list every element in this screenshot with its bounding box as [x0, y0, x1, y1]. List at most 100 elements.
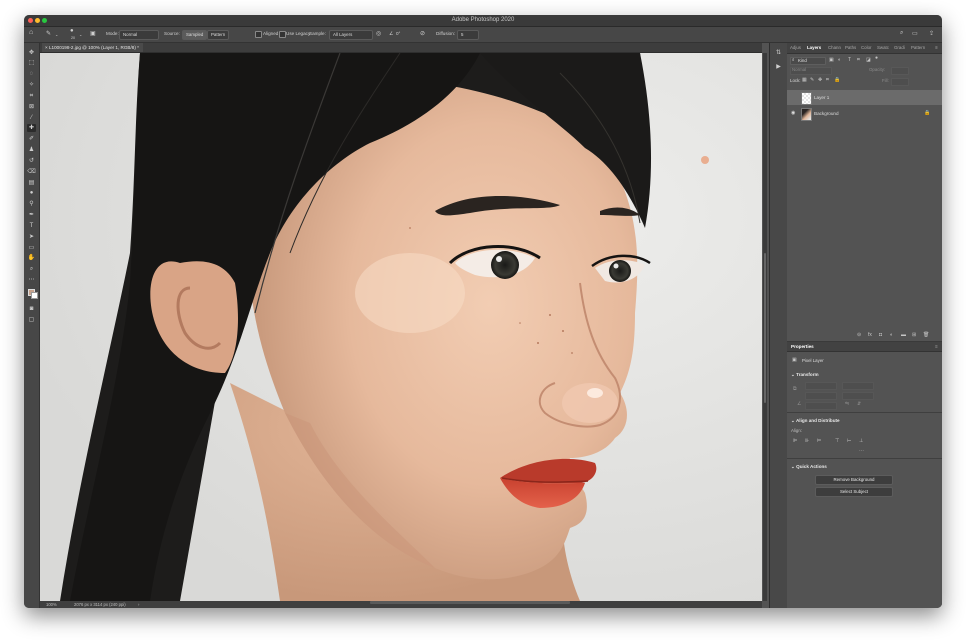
align-bottom-edges-icon[interactable]: ⊥ [859, 438, 863, 444]
healing-brush-tool-icon[interactable]: ✎ [46, 30, 51, 37]
tab-layers[interactable]: Layers [807, 43, 821, 53]
tab-color[interactable]: Color [861, 43, 872, 53]
share-icon[interactable]: ⇪ [929, 30, 934, 37]
layer-row-background[interactable]: ◉ Background 🔒 [787, 106, 942, 121]
more-options-icon[interactable]: ⋯ [859, 448, 864, 454]
select-subject-button[interactable]: Select Subject [815, 487, 893, 497]
filter-shape-icon[interactable]: ⌗ [857, 57, 860, 63]
properties-title[interactable]: Properties [791, 342, 814, 351]
zoom-tool-icon[interactable]: ⌕ [27, 265, 36, 273]
filter-type-icon[interactable]: T [848, 57, 851, 63]
link-layers-icon[interactable]: ⊝ [857, 332, 861, 338]
flip-vertical-icon[interactable]: ⇵ [857, 401, 861, 407]
lock-transparent-icon[interactable]: ▦ [802, 77, 807, 83]
dodge-tool-icon[interactable]: ⚲ [27, 200, 36, 208]
aligned-checkbox[interactable] [255, 31, 262, 38]
frame-tool-icon[interactable]: ⊠ [27, 103, 36, 111]
layer-mask-icon[interactable]: ◘ [879, 332, 882, 338]
panel-menu-icon[interactable]: ≡ [935, 342, 938, 351]
filter-smart-object-icon[interactable]: ◪ [866, 57, 871, 63]
group-folder-icon[interactable]: ▬ [901, 332, 906, 338]
gradient-tool-icon[interactable]: ▤ [27, 179, 36, 187]
align-vertical-centers-icon[interactable]: ⊢ [847, 438, 851, 444]
tab-adjustments[interactable]: Adjus [790, 43, 801, 53]
align-top-edges-icon[interactable]: ⊤ [835, 438, 839, 444]
filter-pixel-icon[interactable]: ▣ [829, 57, 834, 63]
marquee-tool-icon[interactable]: ⬚ [27, 59, 36, 67]
y-field[interactable] [842, 392, 874, 400]
hand-tool-icon[interactable]: ✋ [27, 254, 36, 262]
brush-settings-icon[interactable]: ▣ [90, 30, 96, 37]
crop-tool-icon[interactable]: ⌗ [27, 92, 36, 100]
move-tool-icon[interactable]: ✥ [27, 49, 36, 57]
horizontal-scrollbar-thumb[interactable] [370, 601, 570, 604]
chevron-down-icon[interactable]: ⌄ [55, 32, 58, 37]
source-sampled-button[interactable]: Sampled [182, 30, 208, 40]
eyedropper-tool-icon[interactable]: ⁄ [27, 114, 36, 122]
source-pattern-button[interactable]: Pattern [207, 30, 230, 40]
use-legacy-checkbox[interactable] [279, 31, 286, 38]
layer-name[interactable]: Layer 1 [814, 95, 829, 100]
pressure-size-icon[interactable]: ⊘ [420, 30, 425, 37]
tab-patterns[interactable]: Pattern [911, 43, 925, 53]
angle-field[interactable] [805, 402, 837, 410]
layer-row-layer-1[interactable]: Layer 1 [787, 90, 942, 105]
link-icon[interactable]: ⧉ [793, 386, 797, 392]
lock-image-icon[interactable]: ✎ [810, 77, 814, 83]
adjustment-layer-icon[interactable]: ◐ [890, 332, 893, 338]
lock-position-icon[interactable]: ✥ [818, 77, 822, 83]
transform-section-header[interactable]: ⌄ Transform [791, 372, 819, 378]
lock-artboard-icon[interactable]: ⌗ [826, 77, 829, 83]
quick-actions-section-header[interactable]: ⌄ Quick Actions [791, 464, 827, 470]
filter-adjustment-icon[interactable]: ◐ [838, 57, 841, 63]
flip-horizontal-icon[interactable]: ⇋ [845, 401, 849, 407]
chevron-right-icon[interactable]: › [138, 601, 139, 608]
more-tools-icon[interactable]: ⋯ [27, 276, 36, 284]
rectangle-tool-icon[interactable]: ▭ [27, 244, 36, 252]
document-info[interactable]: 2076 px x 3114 px (240 ppi) [74, 601, 126, 608]
screen-mode-icon[interactable]: ▢ [27, 316, 36, 324]
home-icon[interactable]: ⌂ [29, 29, 33, 36]
history-brush-tool-icon[interactable]: ↺ [27, 157, 36, 165]
mode-select[interactable]: Normal [119, 30, 159, 40]
new-layer-icon[interactable]: ⊞ [912, 332, 916, 338]
chevron-down-icon[interactable]: ⌄ [79, 32, 82, 37]
visibility-toggle[interactable] [791, 94, 797, 100]
align-left-edges-icon[interactable]: ⊫ [793, 438, 797, 444]
diffusion-select[interactable]: 5 [457, 30, 479, 40]
vertical-scrollbar[interactable] [763, 53, 767, 601]
align-right-edges-icon[interactable]: ⊨ [817, 438, 821, 444]
tab-channels[interactable]: Chann [828, 43, 841, 53]
ignore-adjustment-icon[interactable]: ◎ [376, 30, 381, 37]
quick-mask-icon[interactable]: ◙ [27, 305, 36, 313]
layer-name[interactable]: Background [814, 111, 839, 116]
height-field[interactable] [805, 392, 837, 400]
brush-preset-icon[interactable]: ● [70, 28, 74, 34]
background-color-swatch[interactable] [31, 292, 38, 299]
document-canvas[interactable] [40, 53, 762, 601]
path-selection-tool-icon[interactable]: ➤ [27, 233, 36, 241]
healing-brush-tool-icon[interactable]: ✚ [27, 124, 36, 132]
vertical-scrollbar-thumb[interactable] [764, 253, 766, 403]
lasso-tool-icon[interactable]: ◌ [27, 70, 36, 78]
align-horizontal-centers-icon[interactable]: ⊪ [805, 438, 809, 444]
type-tool-icon[interactable]: T [27, 222, 36, 230]
brush-tool-icon[interactable]: ✐ [27, 135, 36, 143]
actions-play-icon[interactable]: ▶ [774, 63, 783, 71]
fill-input[interactable] [891, 78, 909, 86]
eye-icon[interactable]: ◉ [791, 110, 795, 116]
panel-menu-icon[interactable]: ≡ [935, 43, 938, 53]
eraser-tool-icon[interactable]: ⌫ [27, 168, 36, 176]
filter-toggle-icon[interactable]: ● [875, 55, 878, 61]
tab-gradients[interactable]: Gradi [894, 43, 905, 53]
zoom-level[interactable]: 100% [46, 601, 57, 608]
workspace-icon[interactable]: ▭ [912, 30, 918, 37]
sample-select[interactable]: All Layers [329, 30, 373, 40]
tab-paths[interactable]: Paths [845, 43, 856, 53]
remove-background-button[interactable]: Remove Background [815, 475, 893, 485]
tab-swatches[interactable]: Swatc [877, 43, 889, 53]
pen-tool-icon[interactable]: ✒ [27, 211, 36, 219]
opacity-input[interactable] [891, 67, 909, 75]
align-section-header[interactable]: ⌄ Align and Distribute [791, 418, 840, 424]
layer-style-icon[interactable]: fx [868, 332, 872, 338]
